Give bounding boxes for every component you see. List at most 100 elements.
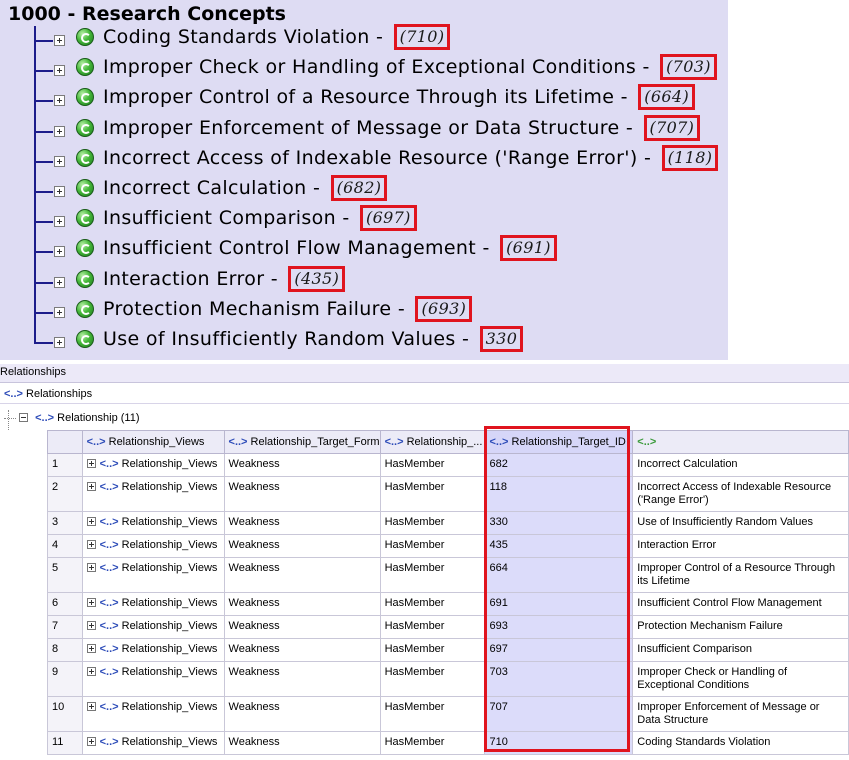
cell-nature[interactable]: HasMember bbox=[379, 661, 486, 697]
cell-views[interactable]: <..> Relationship_Views bbox=[81, 731, 225, 755]
expand-icon[interactable] bbox=[54, 246, 65, 257]
cell-name[interactable]: Insufficient Comparison bbox=[632, 638, 849, 662]
table-row[interactable]: 2 <..> Relationship_Views Weakness HasMembe… bbox=[47, 476, 849, 512]
cell-views[interactable]: <..> Relationship_Views bbox=[81, 592, 225, 616]
cell-target-form[interactable]: Weakness bbox=[223, 453, 381, 477]
cell-name[interactable]: Coding Standards Violation bbox=[632, 731, 849, 755]
expand-icon[interactable] bbox=[86, 517, 96, 526]
cell-target-id[interactable]: 664 bbox=[484, 557, 634, 593]
cell-name[interactable]: Incorrect Calculation bbox=[632, 453, 849, 477]
table-row[interactable]: 6 <..> Relationship_Views Weakness HasMembe… bbox=[47, 592, 849, 616]
expand-icon[interactable] bbox=[54, 186, 65, 197]
cell-views[interactable]: <..> Relationship_Views bbox=[81, 615, 225, 639]
column-header-views[interactable]: <..> Relationship_Views bbox=[81, 430, 225, 454]
expand-icon[interactable] bbox=[86, 667, 96, 676]
table-row[interactable]: 10 <..> Relationship_Views Weakness HasMemb… bbox=[47, 696, 849, 732]
tree-node-text: Incorrect Access of Indexable Resource (… bbox=[103, 145, 719, 172]
cell-name[interactable]: Improper Control of a Resource Through i… bbox=[632, 557, 849, 593]
cell-views[interactable]: <..> Relationship_Views bbox=[81, 557, 225, 593]
table-row[interactable]: 7 <..> Relationship_Views Weakness HasMembe… bbox=[47, 615, 849, 639]
cell-name[interactable]: Use of Insufficiently Random Values bbox=[632, 511, 849, 535]
cell-target-form[interactable]: Weakness bbox=[223, 731, 381, 755]
cell-nature[interactable]: HasMember bbox=[379, 511, 486, 535]
cell-views[interactable]: <..> Relationship_Views bbox=[81, 511, 225, 535]
table-row[interactable]: 9 <..> Relationship_Views Weakness HasMembe… bbox=[47, 661, 849, 697]
expand-icon[interactable] bbox=[86, 737, 96, 746]
cell-target-id[interactable]: 435 bbox=[484, 534, 634, 558]
table-row[interactable]: 1 <..> Relationship_Views Weakness HasMembe… bbox=[47, 453, 849, 477]
cell-target-id[interactable]: 710 bbox=[484, 731, 634, 755]
expand-icon[interactable] bbox=[54, 126, 65, 137]
cell-views[interactable]: <..> Relationship_Views bbox=[81, 453, 225, 477]
expand-icon[interactable] bbox=[54, 95, 65, 106]
cell-target-form[interactable]: Weakness bbox=[223, 511, 381, 535]
cell-nature[interactable]: HasMember bbox=[379, 557, 486, 593]
expand-icon[interactable] bbox=[86, 459, 96, 468]
cell-name[interactable]: Protection Mechanism Failure bbox=[632, 615, 849, 639]
column-header-text[interactable]: <..> bbox=[632, 430, 849, 454]
cell-nature[interactable]: HasMember bbox=[379, 696, 486, 732]
expand-icon[interactable] bbox=[54, 65, 65, 76]
cell-name[interactable]: Interaction Error bbox=[632, 534, 849, 558]
cell-target-form[interactable]: Weakness bbox=[223, 638, 381, 662]
cell-nature[interactable]: HasMember bbox=[379, 476, 486, 512]
expand-icon[interactable] bbox=[86, 482, 96, 491]
cell-nature[interactable]: HasMember bbox=[379, 592, 486, 616]
table-row[interactable]: 5 <..> Relationship_Views Weakness HasMembe… bbox=[47, 557, 849, 593]
cell-target-form[interactable]: Weakness bbox=[223, 476, 381, 512]
cell-nature[interactable]: HasMember bbox=[379, 638, 486, 662]
cell-target-id[interactable]: 703 bbox=[484, 661, 634, 697]
cell-target-form[interactable]: Weakness bbox=[223, 615, 381, 639]
expand-icon[interactable] bbox=[86, 598, 96, 607]
cell-target-id[interactable]: 691 bbox=[484, 592, 634, 616]
cell-name[interactable]: Insufficient Control Flow Management bbox=[632, 592, 849, 616]
cell-name[interactable]: Improper Enforcement of Message or Data … bbox=[632, 696, 849, 732]
cell-target-id[interactable]: 682 bbox=[484, 453, 634, 477]
cell-views[interactable]: <..> Relationship_Views bbox=[81, 476, 225, 512]
relationships-node[interactable]: <..> Relationships bbox=[0, 384, 849, 404]
column-header-target-id[interactable]: <..> Relationship_Target_ID bbox=[484, 430, 634, 454]
expand-icon[interactable] bbox=[86, 621, 96, 630]
cell-target-id[interactable]: 330 bbox=[484, 511, 634, 535]
expand-icon[interactable] bbox=[86, 702, 96, 711]
column-header-nature[interactable]: <..> Relationship_... bbox=[379, 430, 486, 454]
cell-views[interactable]: <..> Relationship_Views bbox=[81, 696, 225, 732]
expand-icon[interactable] bbox=[54, 277, 65, 288]
collapse-icon[interactable] bbox=[19, 413, 29, 422]
cell-target-form[interactable]: Weakness bbox=[223, 557, 381, 593]
cell-target-id[interactable]: 697 bbox=[484, 638, 634, 662]
cell-name[interactable]: Improper Check or Handling of Exceptiona… bbox=[632, 661, 849, 697]
column-header-target-form[interactable]: <..> Relationship_Target_Form bbox=[223, 430, 381, 454]
table-row[interactable]: 8 <..> Relationship_Views Weakness HasMembe… bbox=[47, 638, 849, 662]
cell-nature[interactable]: HasMember bbox=[379, 534, 486, 558]
cell-nature[interactable]: HasMember bbox=[379, 453, 486, 477]
expand-icon[interactable] bbox=[54, 156, 65, 167]
cell-name[interactable]: Incorrect Access of Indexable Resource (… bbox=[632, 476, 849, 512]
column-header-label: Relationship_Target_Form bbox=[250, 436, 380, 448]
tree-node-label: Insufficient Control Flow Management bbox=[103, 237, 477, 259]
expand-icon[interactable] bbox=[86, 644, 96, 653]
table-row[interactable]: 11 <..> Relationship_Views Weakness HasMemb… bbox=[47, 731, 849, 755]
cell-views[interactable]: <..> Relationship_Views bbox=[81, 638, 225, 662]
cell-target-id[interactable]: 707 bbox=[484, 696, 634, 732]
cell-target-form[interactable]: Weakness bbox=[223, 661, 381, 697]
relationship-group[interactable]: <..> Relationship (11) bbox=[0, 408, 849, 428]
expand-icon[interactable] bbox=[54, 35, 65, 46]
cell-views[interactable]: <..> Relationship_Views bbox=[81, 661, 225, 697]
cell-target-form[interactable]: Weakness bbox=[223, 592, 381, 616]
cell-target-form[interactable]: Weakness bbox=[223, 696, 381, 732]
expand-icon[interactable] bbox=[54, 307, 65, 318]
cell-target-id[interactable]: 118 bbox=[484, 476, 634, 512]
table-row[interactable]: 4 <..> Relationship_Views Weakness HasMembe… bbox=[47, 534, 849, 558]
table-row[interactable]: 3 <..> Relationship_Views Weakness HasMembe… bbox=[47, 511, 849, 535]
expand-icon[interactable] bbox=[54, 216, 65, 227]
cell-nature[interactable]: HasMember bbox=[379, 731, 486, 755]
expand-icon[interactable] bbox=[86, 540, 96, 549]
cell-nature[interactable]: HasMember bbox=[379, 615, 486, 639]
cell-target-id[interactable]: 693 bbox=[484, 615, 634, 639]
expand-icon[interactable] bbox=[86, 563, 96, 572]
xml-tag-icon: <..> bbox=[99, 458, 119, 470]
cell-views[interactable]: <..> Relationship_Views bbox=[81, 534, 225, 558]
cell-target-form[interactable]: Weakness bbox=[223, 534, 381, 558]
expand-icon[interactable] bbox=[54, 337, 65, 348]
